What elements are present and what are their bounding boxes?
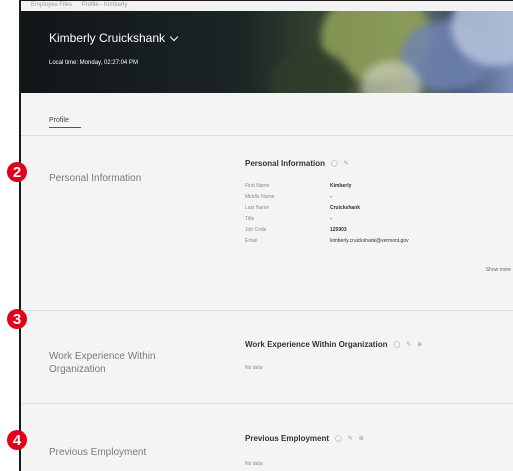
work-experience-section: Work Experience Within Organization Work… <box>21 312 513 404</box>
card-title: Previous Employment ◯ ✎ ⊕ <box>245 434 364 443</box>
profile-window: Employee Files Profile - Kimberly Kimber… <box>19 0 513 471</box>
history-icon[interactable]: ◯ <box>335 435 342 442</box>
section-title-line: Work Experience Within <box>49 351 156 362</box>
edit-icon[interactable]: ✎ <box>348 435 353 442</box>
field-label: Title <box>245 216 255 222</box>
no-data-text: No data <box>245 365 263 371</box>
show-more-link[interactable]: Show more <box>486 267 511 273</box>
field-label: Middle Name <box>245 194 275 200</box>
section-title: Work Experience Within Organization <box>49 350 156 376</box>
field-row: Middle Name - <box>245 194 332 200</box>
email-value[interactable]: kimberly.cruickshank@vermont.gov <box>330 238 409 244</box>
local-time: Local time: Monday, 02:27:04 PM <box>49 60 138 66</box>
profile-header: Kimberly Cruickshank Local time: Monday,… <box>21 11 513 93</box>
field-row: First Name Kimberly <box>245 183 351 189</box>
field-row: Last Name Cruickshank <box>245 205 360 211</box>
breadcrumb-profile[interactable]: Profile - Kimberly <box>82 2 128 8</box>
callout-badge-3: 3 <box>7 309 27 329</box>
field-row: Title - <box>245 216 332 222</box>
field-label: Job Code <box>245 227 267 233</box>
section-divider <box>21 403 513 404</box>
add-icon[interactable]: ⊕ <box>359 435 364 442</box>
employee-name-dropdown[interactable]: Kimberly Cruickshank <box>49 31 179 45</box>
field-value: Kimberly <box>330 183 352 189</box>
card-title: Work Experience Within Organization ◯ ✎ … <box>245 340 422 349</box>
edit-icon[interactable]: ✎ <box>406 341 411 348</box>
card-title-text: Personal Information <box>245 159 326 168</box>
callout-badge-2: 2 <box>7 162 27 182</box>
callout-badge-4: 4 <box>7 430 27 450</box>
edit-icon[interactable]: ✎ <box>344 160 349 167</box>
history-icon[interactable]: ◯ <box>331 160 338 167</box>
personal-information-section: Personal Information Personal Informatio… <box>21 136 513 311</box>
field-value: - <box>330 216 332 222</box>
chevron-down-icon[interactable] <box>169 32 179 41</box>
field-label: Last Name <box>245 205 270 211</box>
previous-employment-section: Previous Employment Previous Employment … <box>21 405 513 471</box>
field-value: 125903 <box>330 227 347 233</box>
active-tab-indicator <box>49 127 81 128</box>
field-label: Email <box>245 238 258 244</box>
section-title: Previous Employment <box>49 447 147 458</box>
field-value: Cruickshank <box>330 205 361 211</box>
card-title: Personal Information ◯ ✎ <box>245 159 349 168</box>
section-divider <box>21 310 513 311</box>
top-breadcrumb-bar: Employee Files Profile - Kimberly <box>21 1 513 11</box>
section-title: Personal Information <box>49 173 142 184</box>
add-icon[interactable]: ⊕ <box>417 341 422 348</box>
card-title-text: Work Experience Within Organization <box>245 340 388 349</box>
field-value: - <box>330 194 332 200</box>
no-data-text: No data <box>245 461 263 467</box>
employee-name[interactable]: Kimberly Cruickshank <box>49 31 165 45</box>
card-title-text: Previous Employment <box>245 434 330 443</box>
section-title-line: Organization <box>49 364 106 375</box>
profile-tabs: Profile <box>21 93 513 136</box>
field-row: Email kimberly.cruickshank@vermont.gov <box>245 238 409 244</box>
field-label: First Name <box>245 183 270 189</box>
breadcrumb-employee-files[interactable]: Employee Files <box>31 2 72 8</box>
field-row: Job Code 125903 <box>245 227 347 233</box>
tab-profile[interactable]: Profile <box>49 117 69 124</box>
history-icon[interactable]: ◯ <box>393 341 400 348</box>
